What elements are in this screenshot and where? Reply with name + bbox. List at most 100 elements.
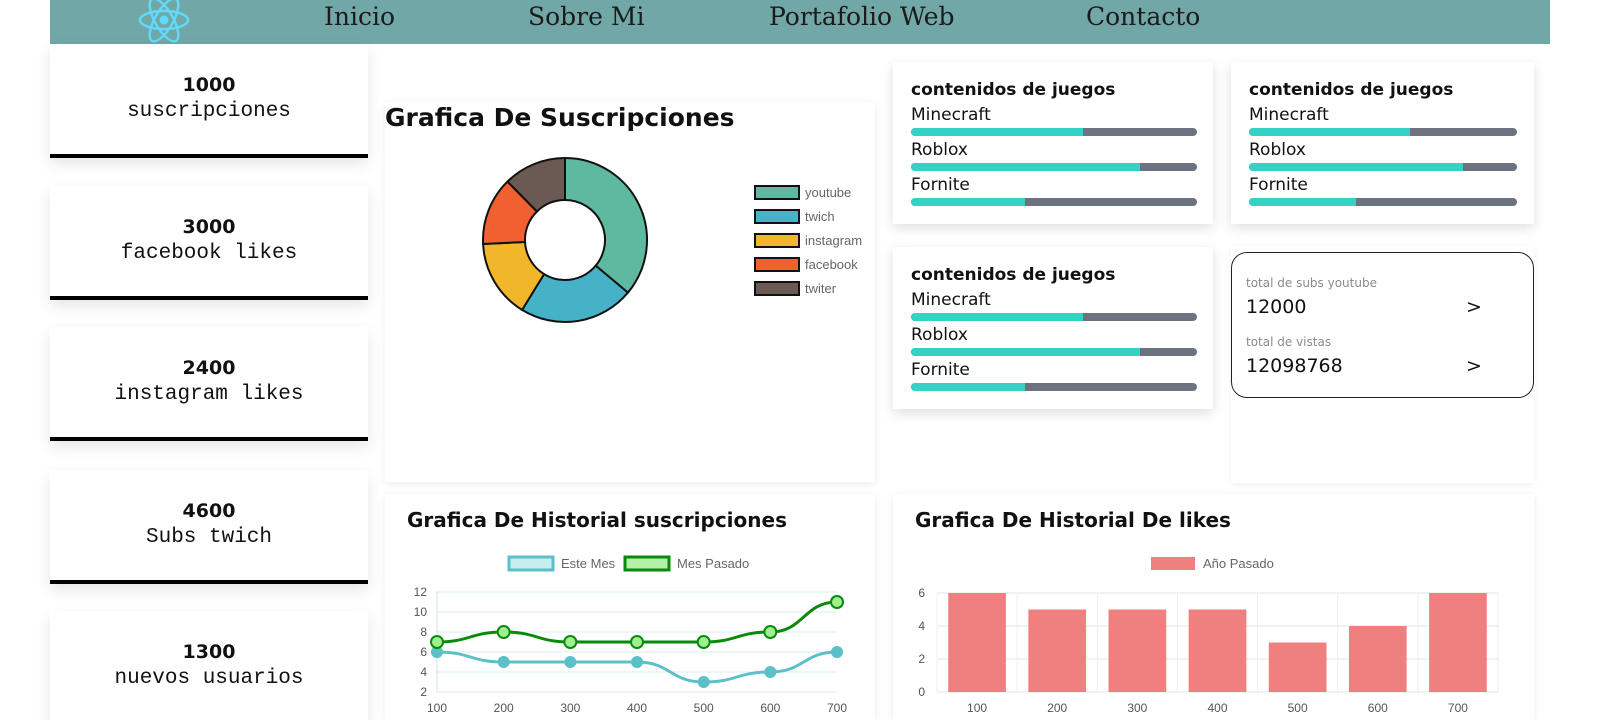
data-point <box>563 635 578 649</box>
progress-bar <box>1249 163 1517 171</box>
legend-label-mes-pasado: Mes Pasado <box>677 556 749 571</box>
stat-value: 2400 <box>182 357 236 379</box>
game-name: Roblox <box>1249 140 1306 160</box>
total-views-arrow-button[interactable]: > <box>1466 355 1482 377</box>
progress-fill <box>911 348 1140 356</box>
game-card-title: contenidos de juegos <box>1249 80 1454 100</box>
game-row-fornite: Fornite <box>911 359 1197 391</box>
progress-bar <box>911 128 1197 136</box>
nav-link-sobre-mi[interactable]: Sobre Mi <box>528 0 644 36</box>
y-tick-label: 2 <box>918 652 925 666</box>
x-tick-label: 600 <box>1368 701 1388 715</box>
progress-bar <box>911 313 1197 321</box>
progress-bar <box>911 198 1197 206</box>
game-content-card: contenidos de juegos Minecraft Roblox Fo… <box>893 62 1213 224</box>
total-subs-value: 12000 <box>1246 296 1307 318</box>
legend-swatch-twich <box>754 209 800 224</box>
stat-label: instagram likes <box>114 383 304 406</box>
data-point <box>831 646 843 658</box>
progress-fill <box>1249 198 1357 206</box>
legend-label-este-mes: Este Mes <box>561 556 616 571</box>
game-name: Fornite <box>1249 175 1308 195</box>
progress-bar <box>911 163 1197 171</box>
bar <box>1348 626 1407 692</box>
nav-link-contacto[interactable]: Contacto <box>1086 0 1200 36</box>
data-point <box>630 635 644 649</box>
nav-link-portafolio-web[interactable]: Portafolio Web <box>769 0 955 36</box>
y-tick-label: 2 <box>420 685 427 699</box>
stat-card-subs-twich: 4600 Subs twich <box>50 470 368 584</box>
game-row-minecraft: Minecraft <box>1249 104 1517 136</box>
game-row-fornite: Fornite <box>911 174 1197 206</box>
x-tick-label: 500 <box>1288 701 1308 715</box>
stat-label: suscripciones <box>127 100 291 123</box>
bar <box>1028 609 1087 692</box>
y-tick-label: 6 <box>918 586 925 600</box>
data-point <box>764 666 777 678</box>
nav-link-inicio[interactable]: Inicio <box>324 0 395 36</box>
total-views-label: total de vistas <box>1246 335 1332 349</box>
progress-bar <box>1249 128 1517 136</box>
game-row-fornite: Fornite <box>1249 174 1517 206</box>
progress-fill <box>911 198 1026 206</box>
game-row-roblox: Roblox <box>1249 139 1517 171</box>
bar <box>1188 609 1247 692</box>
stat-label: Subs twich <box>145 526 273 549</box>
total-subs-arrow-button[interactable]: > <box>1466 296 1482 318</box>
stat-value: 1300 <box>182 641 236 663</box>
x-tick-label: 400 <box>1207 701 1227 715</box>
data-point <box>697 676 710 688</box>
react-atom-icon[interactable] <box>136 0 192 44</box>
progress-bar <box>1249 198 1517 206</box>
stat-card-suscripciones: 1000 suscripciones <box>50 44 368 158</box>
x-tick-label: 700 <box>827 701 847 715</box>
progress-fill <box>1249 128 1410 136</box>
game-name: Fornite <box>911 360 970 380</box>
game-row-minecraft: Minecraft <box>911 104 1197 136</box>
stat-card-facebook-likes: 3000 facebook likes <box>50 186 368 300</box>
x-tick-label: 300 <box>1127 701 1147 715</box>
legend-label-twiter: twiter <box>805 281 837 296</box>
top-navbar: Inicio Sobre Mi Portafolio Web Contacto <box>50 0 1550 44</box>
progress-fill <box>911 128 1083 136</box>
bar <box>1429 593 1487 692</box>
legend-swatch-mes-pasado <box>623 555 671 572</box>
bar <box>1108 609 1167 692</box>
x-tick-label: 100 <box>427 701 447 715</box>
game-row-roblox: Roblox <box>911 324 1197 356</box>
game-name: Minecraft <box>911 105 991 125</box>
data-point <box>830 595 844 609</box>
subscriptions-chart-card: Grafica De Suscripciones youtube twich ins… <box>385 102 875 482</box>
x-tick-label: 300 <box>560 701 580 715</box>
legend-label-youtube: youtube <box>805 185 851 200</box>
game-name: Roblox <box>911 325 968 345</box>
y-tick-label: 4 <box>918 619 925 633</box>
progress-bar <box>911 383 1197 391</box>
legend-swatch-este-mes <box>507 555 555 572</box>
stat-card-nuevos-usuarios: 1300 nuevos usuarios <box>50 611 368 720</box>
legend-swatch-twiter <box>754 281 800 296</box>
legend-label-instagram: instagram <box>805 233 862 248</box>
y-tick-label: 4 <box>420 665 427 679</box>
stat-label: facebook likes <box>120 242 298 265</box>
game-row-minecraft: Minecraft <box>911 289 1197 321</box>
line-chart: 2 4 6 8 10 12 100 200 300 400 500 600 700 Este Mes Mes… <box>414 555 847 715</box>
game-name: Minecraft <box>1249 105 1329 125</box>
x-tick-label: 500 <box>694 701 714 715</box>
y-tick-label: 0 <box>918 685 925 699</box>
x-tick-label: 200 <box>1047 701 1067 715</box>
legend-swatch-facebook <box>754 257 800 272</box>
y-tick-label: 10 <box>414 605 428 619</box>
game-card-title: contenidos de juegos <box>911 265 1116 285</box>
legend-label-facebook: facebook <box>805 257 858 272</box>
game-content-card: contenidos de juegos Minecraft Roblox Fo… <box>893 247 1213 409</box>
data-point <box>763 625 778 639</box>
progress-fill <box>911 383 1026 391</box>
game-content-card: contenidos de juegos Minecraft Roblox Fo… <box>1231 62 1534 224</box>
y-tick-label: 6 <box>420 645 427 659</box>
stat-label: nuevos usuarios <box>114 667 304 690</box>
x-tick-label: 700 <box>1448 701 1468 715</box>
game-name: Roblox <box>911 140 968 160</box>
game-row-roblox: Roblox <box>911 139 1197 171</box>
progress-fill <box>911 313 1083 321</box>
